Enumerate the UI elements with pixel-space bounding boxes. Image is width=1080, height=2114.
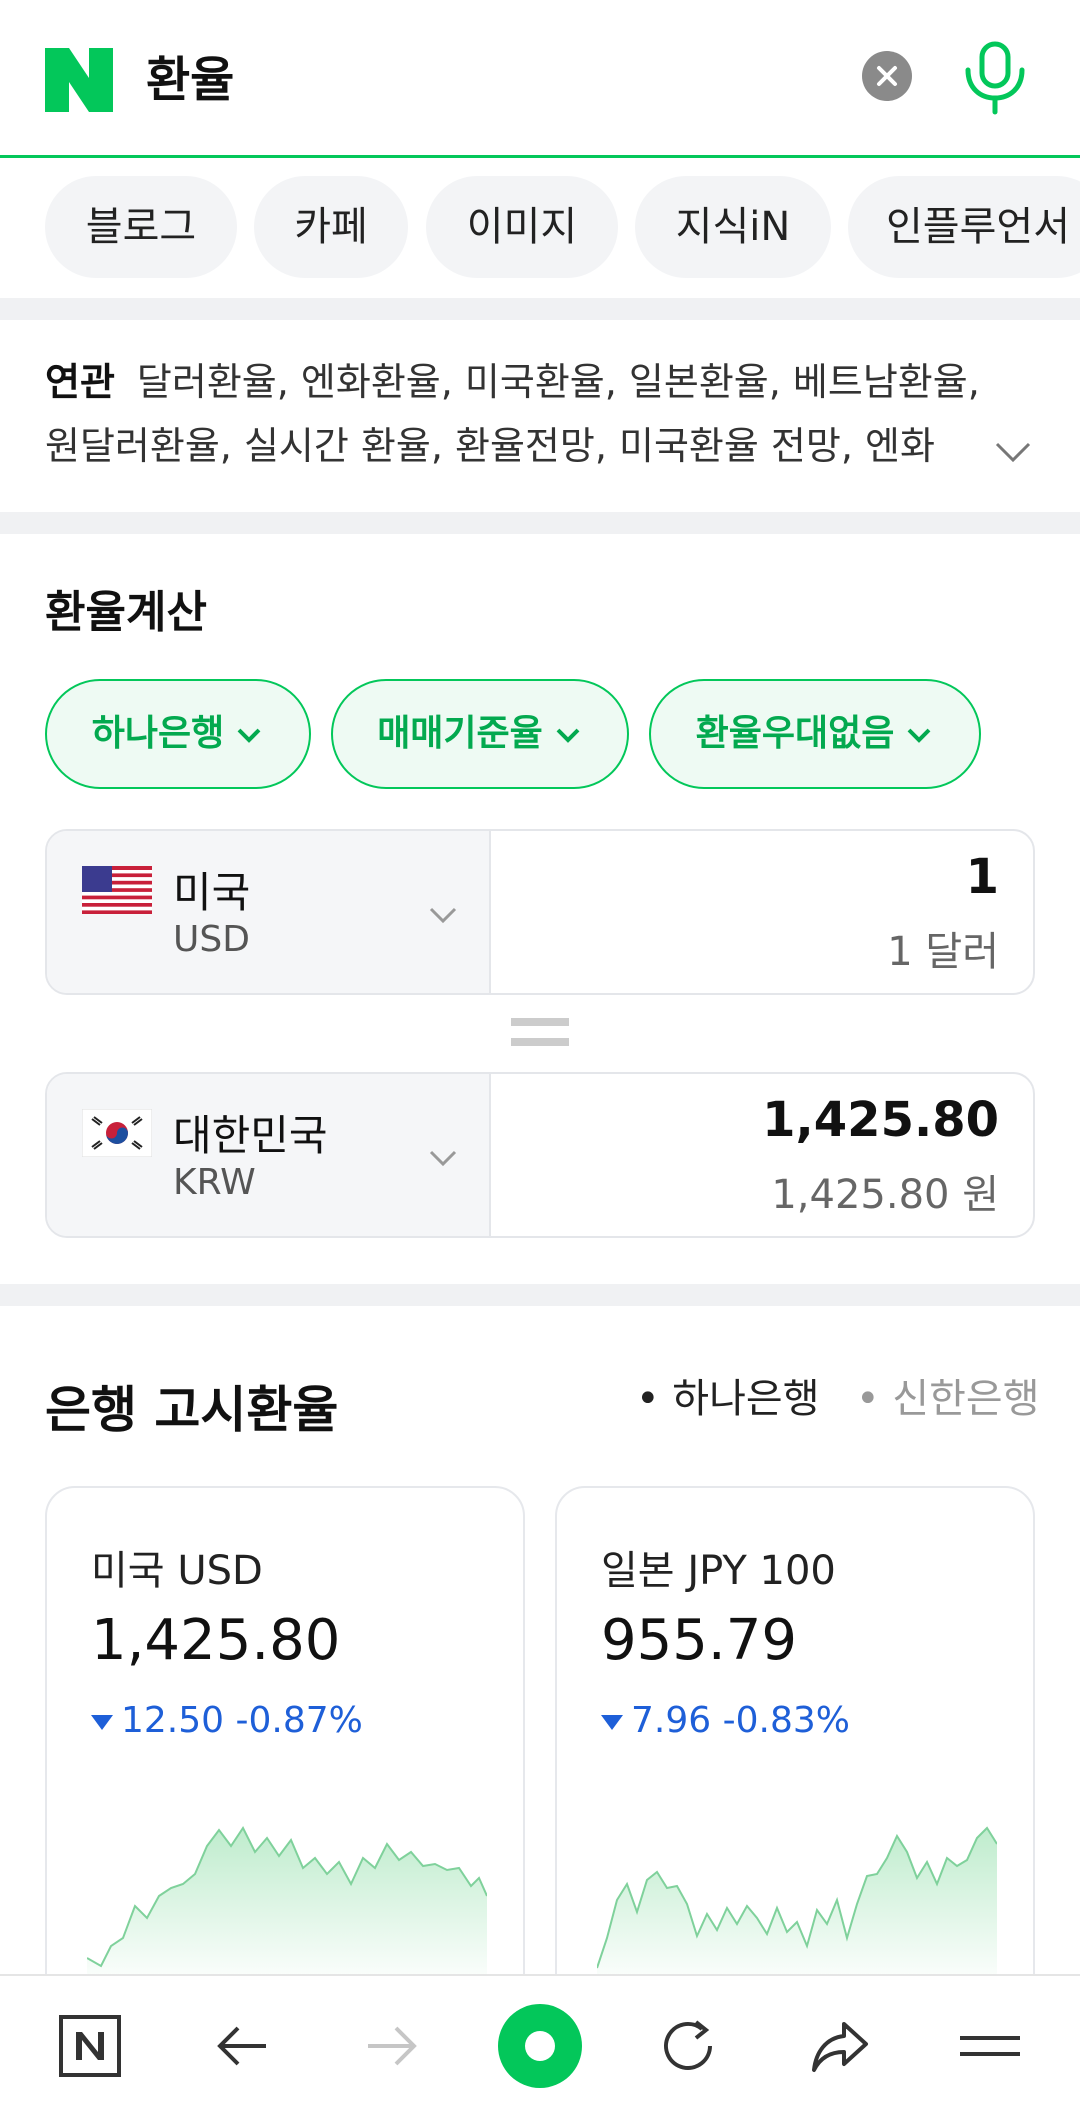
bank-select-button[interactable]: 하나은행 [45, 679, 311, 789]
clear-search-button[interactable] [862, 51, 912, 101]
category-tabs: 블로그 카페 이미지 지식iN 인플루언서 [0, 176, 1080, 280]
down-triangle-icon [91, 1714, 113, 1730]
forward-arrow-icon [368, 2026, 417, 2066]
related-keywords-line-1[interactable]: 달러환율, 엔화환율, 미국환율, 일본환율, 베트남환율, [137, 360, 980, 404]
tab-influencer[interactable]: 인플루언서 [848, 176, 1080, 278]
bank-option-shinhan[interactable]: • 신한은행 [856, 1366, 1040, 1424]
related-label: 연관 [45, 360, 115, 404]
to-currency-name: 대한민국 [173, 1111, 328, 1160]
menu-button[interactable] [942, 1998, 1038, 2094]
chevron-down-icon [907, 728, 931, 743]
rate-card-value: 1,425.80 [91, 1608, 341, 1673]
rate-card-change: 7.96 -0.83% [601, 1700, 850, 1741]
chevron-down-icon [429, 907, 457, 924]
rate-card-label: 일본 JPY 100 [601, 1548, 836, 1594]
search-results-page: 환율 블로그 카페 이미지 지식iN 인플루언서 연관 달러환율, 엔화환율, 미… [0, 0, 1080, 2114]
section-divider [0, 298, 1080, 320]
bank-option-hana[interactable]: • 하나은행 [636, 1366, 820, 1424]
down-triangle-icon [601, 1714, 623, 1730]
rate-card-change-text: 7.96 -0.83% [631, 1700, 850, 1741]
from-currency-code: USD [173, 919, 250, 960]
back-arrow-icon [217, 2026, 266, 2066]
section-divider [0, 512, 1080, 534]
refresh-icon [664, 2020, 712, 2070]
rate-type-label: 매매기준율 [377, 713, 543, 754]
related-searches: 연관 달러환율, 엔화환율, 미국환율, 일본환율, 베트남환율, 원달러환율, … [45, 350, 1035, 478]
section-divider [0, 1284, 1080, 1306]
share-button[interactable] [792, 1998, 888, 2094]
from-currency-name: 미국 [173, 868, 251, 917]
tab-blog[interactable]: 블로그 [45, 176, 237, 278]
chevron-down-icon [429, 1150, 457, 1167]
calculator-title: 환율계산 [45, 587, 207, 638]
mic-icon[interactable] [962, 40, 1028, 116]
kr-flag-icon [82, 1109, 152, 1157]
to-amount-input[interactable]: 1,425.80 [762, 1092, 999, 1148]
search-bar: 환율 [0, 0, 1080, 158]
to-amount-text: 1,425.80 원 [771, 1172, 999, 1218]
rate-type-select-button[interactable]: 매매기준율 [331, 679, 629, 789]
refresh-button[interactable] [640, 1998, 736, 2094]
forward-button[interactable] [344, 1998, 440, 2094]
sparkline-chart [597, 1826, 997, 1988]
naver-logo-icon[interactable] [45, 48, 113, 112]
rate-card-change-text: 12.50 -0.87% [121, 1700, 363, 1741]
naver-home-icon [59, 2015, 121, 2077]
rate-card-change: 12.50 -0.87% [91, 1700, 363, 1741]
preference-select-button[interactable]: 환율우대없음 [649, 679, 981, 789]
close-icon [877, 66, 897, 86]
preference-label: 환율우대없음 [695, 713, 895, 754]
sparkline-chart [87, 1826, 487, 1988]
equals-icon [511, 1018, 569, 1046]
to-currency-row: 대한민국 KRW 1,425.80 1,425.80 원 [45, 1072, 1035, 1238]
rate-card-value: 955.79 [601, 1608, 797, 1673]
tab-knowledge-in[interactable]: 지식iN [635, 176, 831, 278]
chevron-down-icon [237, 728, 261, 743]
to-currency-select[interactable]: 대한민국 KRW [47, 1074, 491, 1236]
back-button[interactable] [194, 1998, 290, 2094]
green-dot-button[interactable] [492, 1998, 588, 2094]
bottom-nav-bar [0, 1974, 1080, 2114]
from-amount-input[interactable]: 1 [966, 849, 999, 905]
from-currency-select[interactable]: 미국 USD [47, 831, 491, 993]
share-icon [812, 2022, 868, 2072]
rate-card-label: 미국 USD [91, 1548, 263, 1594]
menu-icon [960, 2036, 1020, 2056]
from-currency-row: 미국 USD 1 1 달러 [45, 829, 1035, 995]
related-keywords-line-2[interactable]: 원달러환율, 실시간 환율, 환율전망, 미국환율 전망, 엔화 [45, 414, 950, 478]
search-input[interactable]: 환율 [146, 48, 234, 112]
bank-rates-title: 은행 고시환율 [45, 1381, 339, 1439]
tab-images[interactable]: 이미지 [426, 176, 618, 278]
green-dot-icon [498, 2004, 582, 2088]
chevron-down-icon [556, 728, 580, 743]
bank-select-label: 하나은행 [91, 713, 225, 754]
from-amount-text: 1 달러 [887, 929, 999, 975]
us-flag-icon [82, 866, 152, 914]
chevron-down-icon[interactable] [993, 432, 1033, 472]
naver-home-button[interactable] [42, 1998, 138, 2094]
tab-cafe[interactable]: 카페 [254, 176, 408, 278]
to-currency-code: KRW [173, 1162, 256, 1203]
